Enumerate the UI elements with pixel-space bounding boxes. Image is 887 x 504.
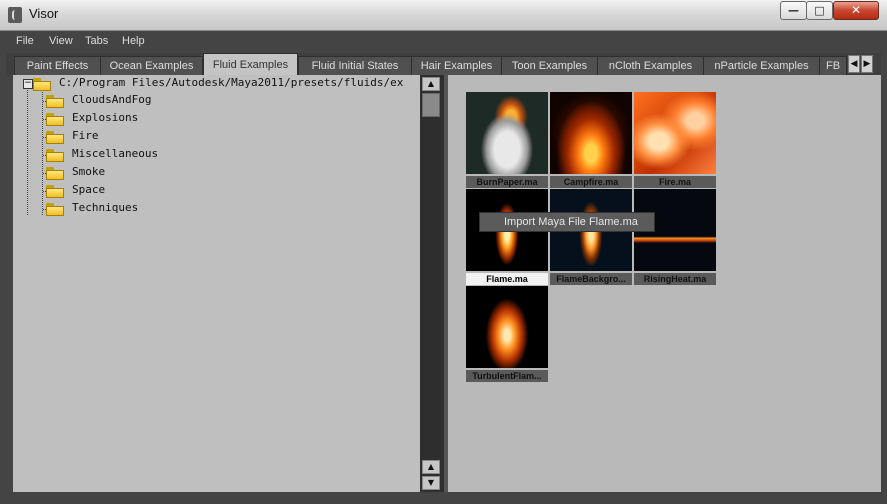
tab-scroll-right-icon[interactable]: ▶ xyxy=(861,55,873,73)
thumbnail-label: BurnPaper.ma xyxy=(466,176,548,188)
thumbnail-label: FlameBackgro... xyxy=(550,273,632,285)
tab-fb[interactable]: FB xyxy=(819,56,847,75)
maximize-button[interactable]: □ xyxy=(806,1,833,20)
tree-folder-smoke[interactable]: Smoke xyxy=(72,165,105,178)
thumbnail-label: RisingHeat.ma xyxy=(634,273,716,285)
thumbnail-item[interactable]: Fire.ma xyxy=(634,92,716,189)
tree-guide-line xyxy=(27,90,28,215)
menu-file[interactable]: File xyxy=(16,35,34,47)
burnpaper-preview xyxy=(466,92,548,174)
scroll-down-icon[interactable]: ▼ xyxy=(422,476,440,490)
window-title: Visor xyxy=(29,6,59,21)
scroll-up-top-icon[interactable]: ▲ xyxy=(422,77,440,91)
title-bar[interactable]: Visor — □ ✕ xyxy=(0,0,887,31)
tree-folder-explosions[interactable]: Explosions xyxy=(72,111,138,124)
tree-folder-miscellaneous[interactable]: Miscellaneous xyxy=(72,147,158,160)
minimize-button[interactable]: — xyxy=(780,1,807,20)
maya-icon xyxy=(8,7,22,23)
scroll-up-icon[interactable]: ▲ xyxy=(422,460,440,474)
tree-folder-techniques[interactable]: Techniques xyxy=(72,201,138,214)
close-icon: ✕ xyxy=(850,3,862,17)
tab-nparticle-examples[interactable]: nParticle Examples xyxy=(703,56,820,75)
tree-scrollbar[interactable]: ▲ ▲ ▼ xyxy=(420,75,444,492)
visor-window: Visor — □ ✕ File View Tabs Help Paint Ef… xyxy=(0,0,887,504)
thumbnail-panel: BurnPaper.ma Campfire.ma Fire.ma Flame.m… xyxy=(448,75,881,492)
thumbnail-item[interactable]: Flame.ma xyxy=(466,189,548,286)
folder-icon xyxy=(46,167,64,180)
menu-view[interactable]: View xyxy=(49,35,73,47)
thumbnail-label: Fire.ma xyxy=(634,176,716,188)
menu-help[interactable]: Help xyxy=(122,35,145,47)
fire-preview xyxy=(634,92,716,174)
folder-icon xyxy=(33,78,51,91)
thumbnail-label: Flame.ma xyxy=(466,273,548,285)
folder-icon xyxy=(46,131,64,144)
menu-bar: File View Tabs Help xyxy=(6,31,881,53)
thumbnail-item[interactable]: Campfire.ma xyxy=(550,92,632,189)
tree-folder-cloudsandfog[interactable]: CloudsAndFog xyxy=(72,93,151,106)
thumbnail-label: Campfire.ma xyxy=(550,176,632,188)
tree-guide-line xyxy=(42,90,43,215)
minimize-icon: — xyxy=(788,4,799,17)
folder-icon xyxy=(46,95,64,108)
tab-paint-effects[interactable]: Paint Effects xyxy=(14,56,101,75)
scrollbar-thumb[interactable] xyxy=(422,93,440,117)
folder-icon xyxy=(46,149,64,162)
campfire-preview xyxy=(550,92,632,174)
close-button[interactable]: ✕ xyxy=(833,1,879,20)
tab-scroll-left-icon[interactable]: ◀ xyxy=(848,55,860,73)
tab-toon-examples[interactable]: Toon Examples xyxy=(501,56,598,75)
turbulentflame-preview xyxy=(466,286,548,368)
tab-fluid-examples[interactable]: Fluid Examples xyxy=(203,53,298,75)
folder-icon xyxy=(46,113,64,126)
thumbnail-label: TurbulentFlam... xyxy=(466,370,548,382)
folder-tree-panel: − C:/Program Files/Autodesk/Maya2011/pre… xyxy=(13,75,420,492)
tab-fluid-initial-states[interactable]: Fluid Initial States xyxy=(298,56,412,75)
folder-icon xyxy=(46,185,64,198)
import-tooltip: Import Maya File Flame.ma xyxy=(479,212,655,232)
thumbnail-item[interactable]: TurbulentFlam... xyxy=(466,286,548,383)
tree-root-path[interactable]: C:/Program Files/Autodesk/Maya2011/prese… xyxy=(59,76,403,89)
tree-folder-space[interactable]: Space xyxy=(72,183,105,196)
menu-tabs[interactable]: Tabs xyxy=(85,35,108,47)
collapse-toggle-icon[interactable]: − xyxy=(23,79,33,89)
tab-bar: Paint Effects Ocean Examples Fluid Examp… xyxy=(6,53,881,75)
tab-hair-examples[interactable]: Hair Examples xyxy=(411,56,502,75)
thumbnail-item[interactable]: BurnPaper.ma xyxy=(466,92,548,189)
thumbnail-item[interactable]: RisingHeat.ma xyxy=(634,189,716,286)
maximize-icon: □ xyxy=(814,4,825,17)
thumbnail-item[interactable]: FlameBackgro... xyxy=(550,189,632,286)
tab-ncloth-examples[interactable]: nCloth Examples xyxy=(597,56,704,75)
tab-ocean-examples[interactable]: Ocean Examples xyxy=(100,56,203,75)
tree-folder-fire[interactable]: Fire xyxy=(72,129,99,142)
folder-icon xyxy=(46,203,64,216)
